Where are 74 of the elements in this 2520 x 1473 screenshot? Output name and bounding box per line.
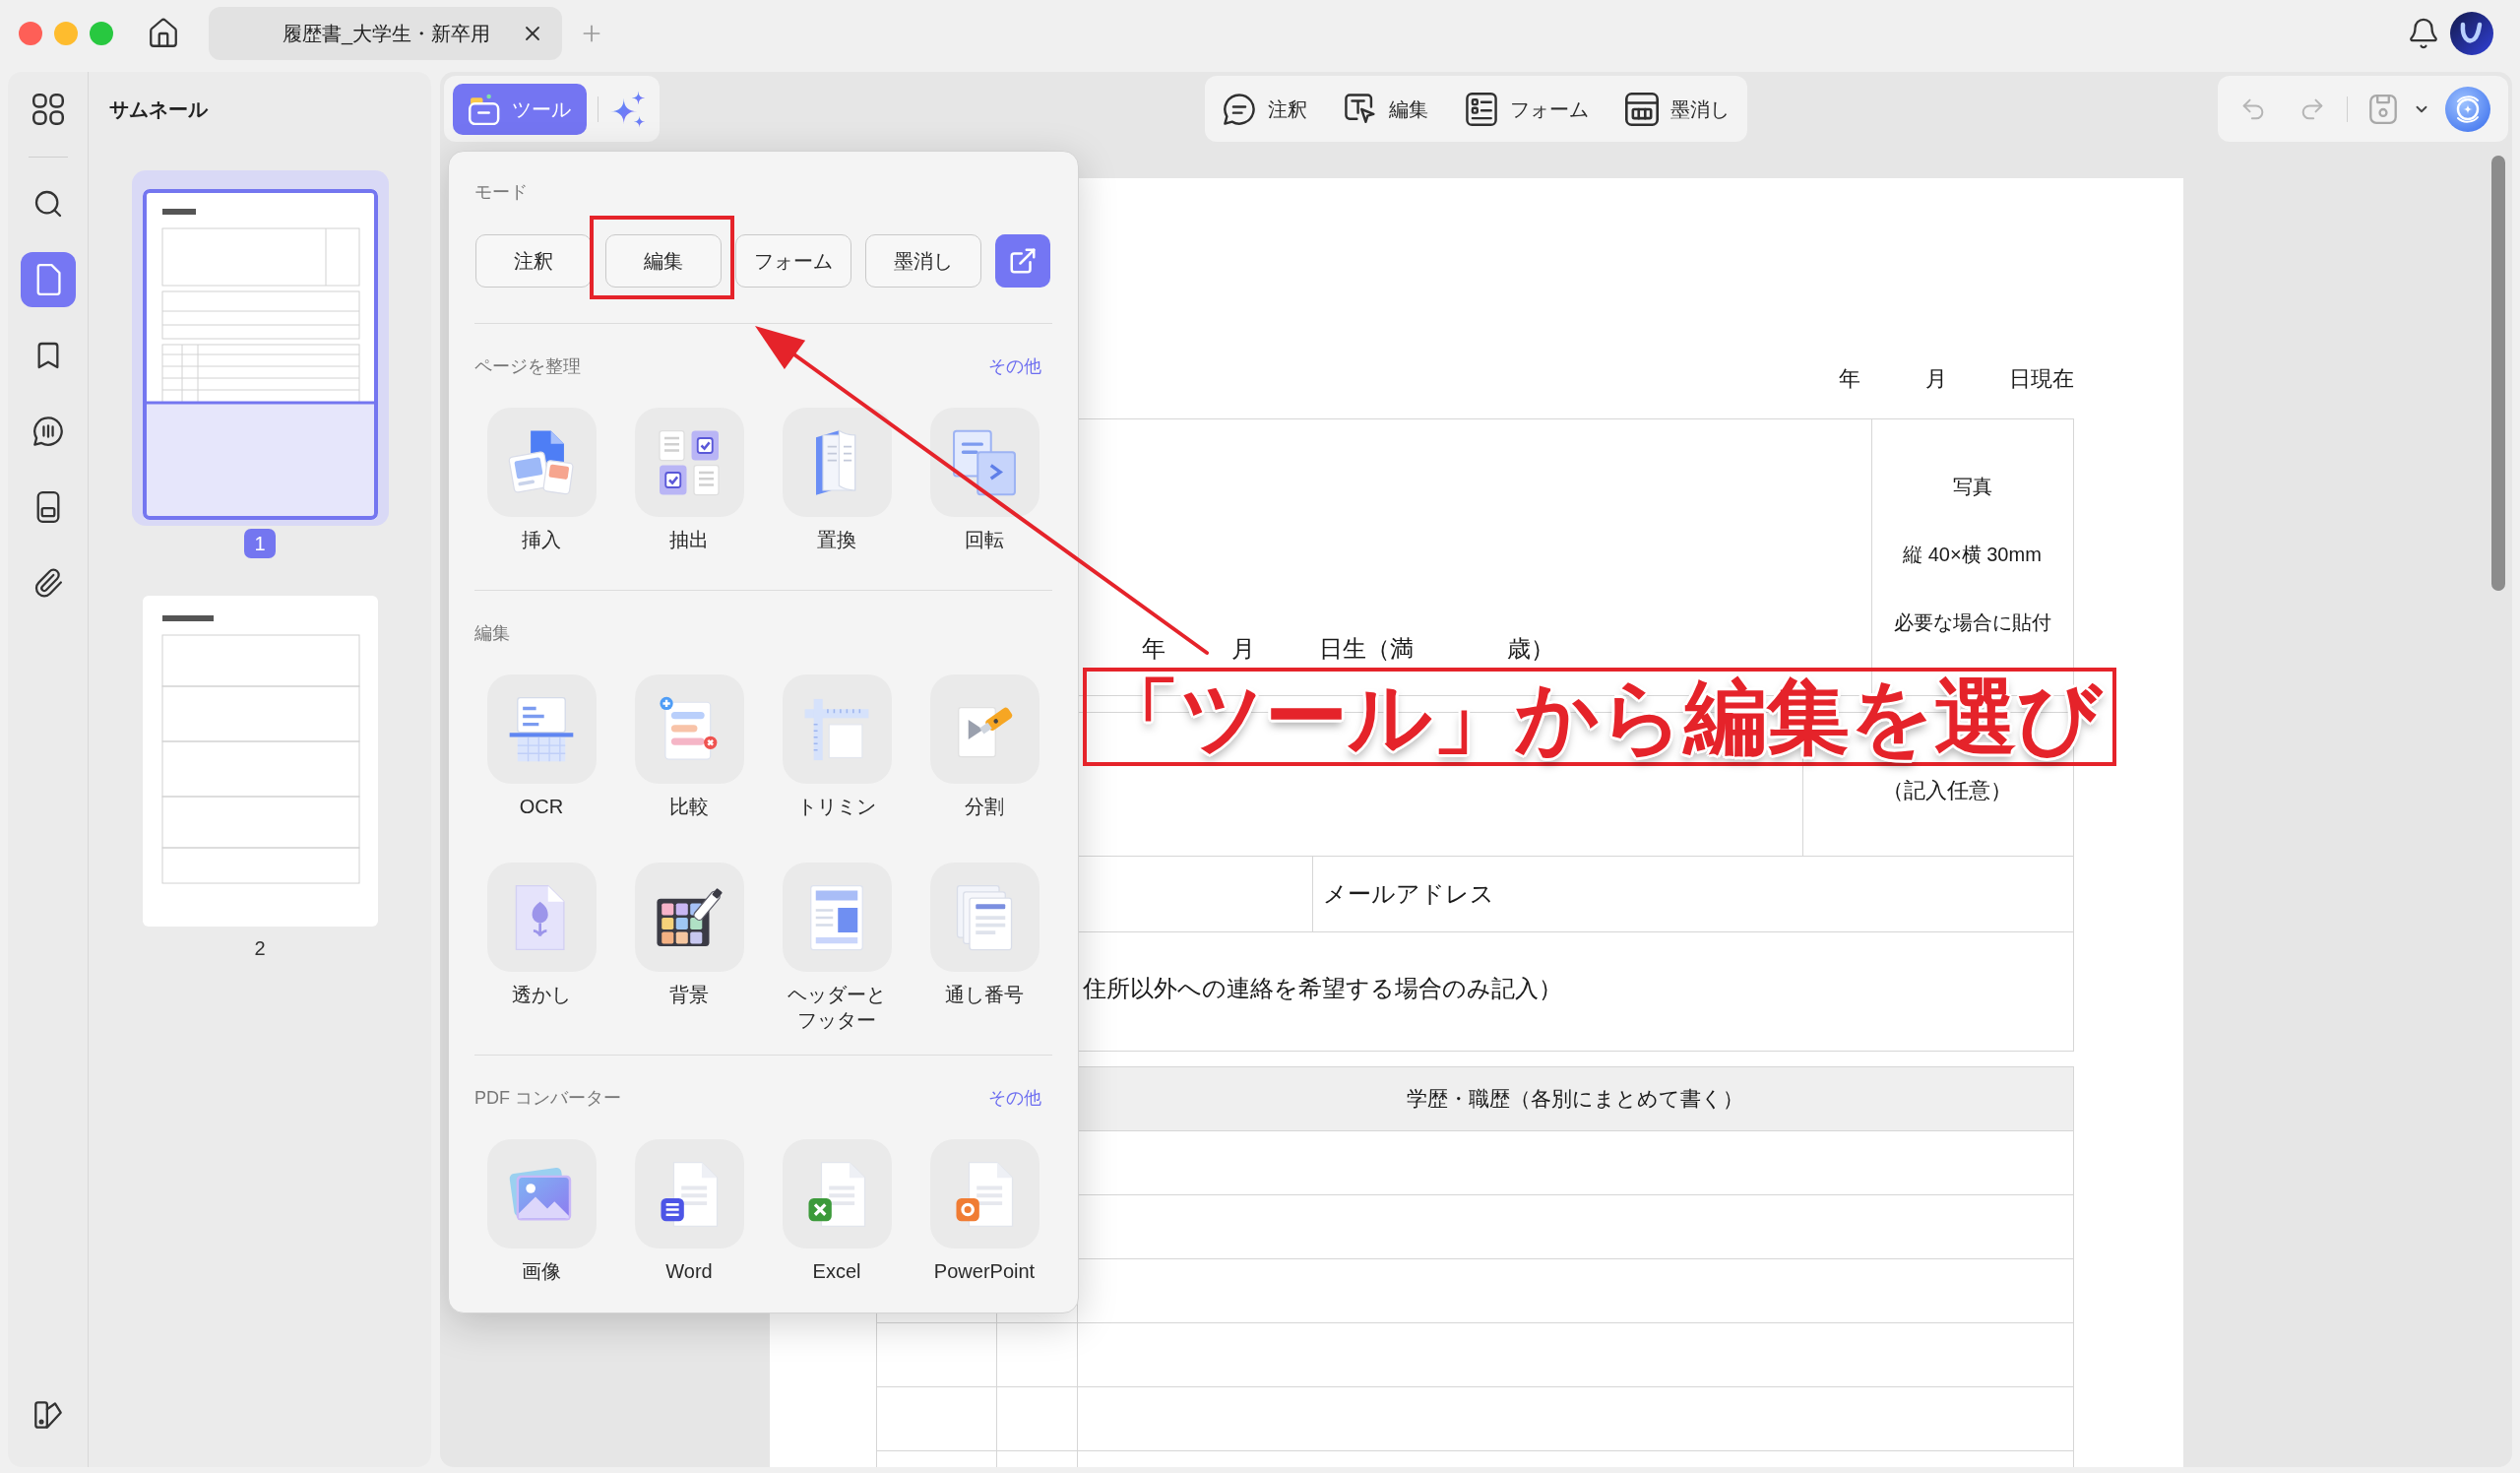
four-squares-icon <box>32 94 64 125</box>
tool-label: Excel <box>811 1259 862 1284</box>
tool-label: 分割 <box>964 795 1005 819</box>
zoom-window-icon[interactable] <box>90 22 113 45</box>
mode-tab[interactable]: フォーム <box>1465 85 1589 133</box>
scanned-page-icon <box>507 694 576 764</box>
tool-label: 透かし <box>511 983 572 1007</box>
history-header: 学歴・職歴（各別にまとめて書く） <box>1407 1086 1743 1113</box>
tool-label: OCR <box>518 795 565 819</box>
overlapping-pages-icon <box>950 427 1019 497</box>
panel-title: サムネール <box>109 97 208 122</box>
tool-label: 通し番号 <box>944 983 1025 1007</box>
tool-label: 背景 <box>668 983 710 1007</box>
book-leaf-icon <box>32 1400 63 1430</box>
more-link[interactable]: その他 <box>988 352 1041 380</box>
toolbox-icon <box>469 93 500 125</box>
mode-button[interactable]: フォーム <box>735 234 851 288</box>
tool-button[interactable] <box>634 1139 744 1249</box>
tool-label: 画像 <box>521 1259 562 1284</box>
date-label: 日現在 <box>2008 364 2074 393</box>
open-button[interactable] <box>995 234 1050 288</box>
tool-button[interactable] <box>634 863 744 972</box>
date-label: 月 <box>1924 364 1947 393</box>
tools-button[interactable]: ツール <box>453 83 587 135</box>
document-tab[interactable]: 履歴書_大学生・新卒用 <box>209 7 562 60</box>
page-number: 2 <box>254 936 266 961</box>
page-stack-icon <box>507 427 576 497</box>
mode-tab[interactable]: 編集 <box>1344 85 1428 133</box>
photo-instruction: 必要な場合に貼付 <box>1893 610 2051 635</box>
contact-note: 住所以外への連絡を希望する場合のみ記入） <box>1082 975 1562 1001</box>
section-title: ページを整理 <box>474 354 581 378</box>
tool-label: 置換 <box>816 528 857 552</box>
more-link[interactable]: その他 <box>988 1084 1041 1112</box>
mode-button[interactable]: 編集 <box>605 234 722 288</box>
email-label: メールアドレス <box>1322 879 1494 909</box>
photo-instruction: 写真 <box>1952 475 1992 499</box>
redact-icon <box>1625 92 1659 126</box>
section-title: PDF コンバーター <box>474 1086 621 1110</box>
tool-label: トリミン <box>796 795 877 819</box>
home-icon[interactable] <box>147 17 180 50</box>
birth-date-label: 歳） <box>1506 634 1554 664</box>
tool-label: 抽出 <box>668 528 710 552</box>
text-cursor-icon <box>1344 92 1377 126</box>
tab-title: 履歴書_大学生・新卒用 <box>283 22 491 47</box>
section-title: モード <box>474 181 529 204</box>
external-link-icon <box>1008 246 1038 276</box>
tool-label: 挿入 <box>521 528 562 552</box>
assistant-orb-icon[interactable] <box>2445 86 2490 132</box>
speech-bubble-icon <box>1223 92 1256 126</box>
tool-label: ヘッダーとフッター <box>787 983 887 1033</box>
save-icon[interactable] <box>2369 94 2397 124</box>
date-label: 年 <box>1838 364 1860 393</box>
page-number: 1 <box>244 529 276 558</box>
tool-label: Word <box>664 1259 714 1284</box>
form-list-icon <box>1465 92 1498 126</box>
bell-icon[interactable] <box>2407 17 2440 50</box>
tool-label: PowerPoint <box>932 1259 1037 1284</box>
photo-instruction: 縦 40×横 30mm <box>1903 543 2042 567</box>
mode-button[interactable]: 注釈 <box>475 234 592 288</box>
mode-tab[interactable]: 注釈 <box>1223 85 1307 133</box>
mode-tab[interactable]: 墨消し <box>1625 85 1730 133</box>
birth-date-label: 年 <box>1141 634 1166 664</box>
tool-label: 比較 <box>668 795 710 819</box>
scrollbar[interactable] <box>2491 156 2505 591</box>
speech-bubble-icon <box>32 416 64 447</box>
birth-date-label: 日生（満 <box>1318 634 1414 664</box>
gender-note: （記入任意） <box>1881 777 2012 804</box>
close-window-icon[interactable] <box>19 22 42 45</box>
mode-button[interactable]: 墨消し <box>865 234 981 288</box>
tool-label: 回転 <box>964 528 1005 552</box>
birth-date-label: 月 <box>1230 634 1255 664</box>
callout-caption: 「ツール」から編集を選び <box>1098 673 2102 760</box>
avatar-icon[interactable] <box>2450 12 2493 55</box>
section-title: 編集 <box>474 621 510 645</box>
